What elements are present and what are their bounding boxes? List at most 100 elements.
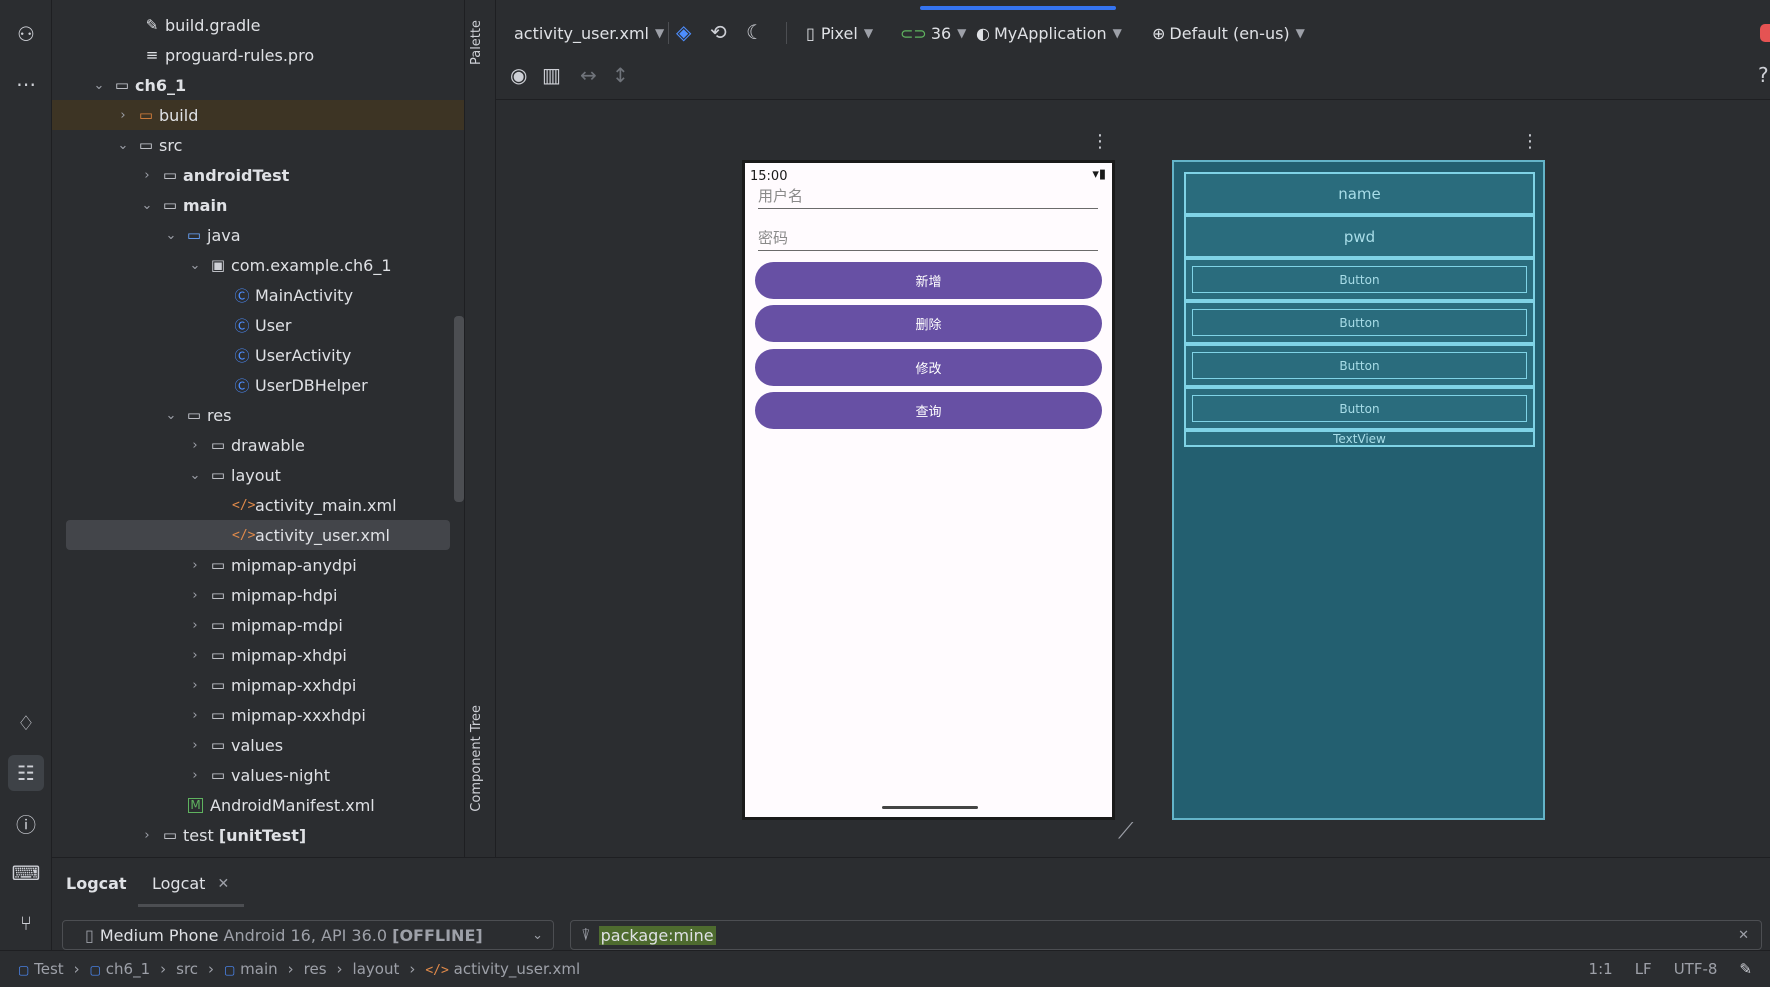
- structure-icon[interactable]: ⚇: [8, 16, 44, 52]
- update-button[interactable]: 修改: [755, 349, 1102, 386]
- tree-item-build-gradle[interactable]: ✎ build.gradle: [52, 10, 464, 40]
- tree-item-androidtest[interactable]: › ▭ androidTest: [52, 160, 464, 190]
- chevron-right-icon[interactable]: ›: [116, 108, 130, 123]
- chevron-right-icon[interactable]: ›: [188, 588, 202, 603]
- tree-item-manifest[interactable]: M AndroidManifest.xml: [52, 790, 464, 820]
- breadcrumb-main[interactable]: ▢ main: [224, 960, 278, 978]
- tree-item-mipmap-hdpi[interactable]: › ▭ mipmap-hdpi: [52, 580, 464, 610]
- breadcrumb-layout[interactable]: layout: [353, 960, 400, 978]
- chevron-right-icon[interactable]: ›: [188, 618, 202, 633]
- breadcrumb-file[interactable]: </> activity_user.xml: [425, 960, 580, 978]
- tree-item-java[interactable]: ⌄ ▭ java: [52, 220, 464, 250]
- tree-item-src[interactable]: ⌄ ▭ src: [52, 130, 464, 160]
- blueprint-pwd-field[interactable]: pwd: [1184, 215, 1535, 258]
- tree-item-useractivity[interactable]: Ⓒ UserActivity: [52, 340, 464, 370]
- cursor-position[interactable]: 1:1: [1589, 960, 1613, 978]
- design-canvas[interactable]: ⋮ ⋮ ⟋: [496, 101, 1770, 857]
- problems-icon[interactable]: ⓘ: [8, 805, 44, 841]
- file-encoding[interactable]: UTF-8: [1674, 960, 1718, 978]
- tree-item-mipmap-xxhdpi[interactable]: › ▭ mipmap-xxhdpi: [52, 670, 464, 700]
- query-button[interactable]: 查询: [755, 392, 1102, 429]
- tree-item-activity-user[interactable]: </> activity_user.xml: [66, 520, 450, 550]
- tree-item-mipmap-xhdpi[interactable]: › ▭ mipmap-xhdpi: [52, 640, 464, 670]
- tree-item-res[interactable]: ⌄ ▭ res: [52, 400, 464, 430]
- resize-handle-icon[interactable]: ⟋: [1118, 819, 1133, 844]
- password-field[interactable]: 密码: [758, 227, 1098, 251]
- delete-button[interactable]: 删除: [755, 305, 1102, 342]
- api-selector[interactable]: ⊂⊃ 36 ▼: [900, 20, 966, 46]
- help-icon[interactable]: ?: [1758, 63, 1769, 87]
- breadcrumb-ch6-1[interactable]: ▢ ch6_1: [90, 960, 150, 978]
- blueprint-preview[interactable]: name pwd Button Button Button Button Tex…: [1172, 160, 1545, 820]
- chevron-down-icon[interactable]: ⌄: [164, 408, 178, 423]
- tree-item-activity-main[interactable]: </> activity_main.xml: [52, 490, 464, 520]
- tree-scrollbar[interactable]: [454, 316, 464, 502]
- blueprint-options-icon[interactable]: ⋮: [1521, 131, 1539, 152]
- orientation-icon[interactable]: ⟲: [710, 20, 727, 44]
- phone-options-icon[interactable]: ⋮: [1091, 131, 1109, 152]
- tree-item-values-night[interactable]: › ▭ values-night: [52, 760, 464, 790]
- breadcrumb-res[interactable]: res: [304, 960, 327, 978]
- chevron-down-icon[interactable]: ⌄: [92, 78, 106, 93]
- chevron-right-icon[interactable]: ›: [188, 678, 202, 693]
- locale-selector[interactable]: ⊕ Default (en-us) ▼: [1152, 20, 1305, 46]
- logcat-icon[interactable]: ☷: [8, 755, 44, 791]
- night-mode-icon[interactable]: ☾: [746, 20, 764, 44]
- tree-item-package[interactable]: ⌄ ▣ com.example.ch6_1: [52, 250, 464, 280]
- line-ending[interactable]: LF: [1635, 960, 1652, 978]
- git-branch-icon[interactable]: ⑂: [8, 905, 44, 941]
- eye-icon[interactable]: ◉: [510, 63, 527, 87]
- chevron-right-icon[interactable]: ›: [188, 648, 202, 663]
- tree-item-build[interactable]: › ▭ build: [52, 100, 464, 130]
- phone-preview[interactable]: 15:00 ▾▮ 用户名 密码 新增 删除 修改 查询: [742, 160, 1115, 820]
- blueprint-button-3[interactable]: Button: [1184, 344, 1535, 387]
- chevron-down-icon[interactable]: ⌄: [188, 468, 202, 483]
- palette-tab[interactable]: Palette: [469, 20, 484, 65]
- chevron-right-icon[interactable]: ›: [188, 708, 202, 723]
- chevron-right-icon[interactable]: ›: [140, 168, 154, 183]
- tree-item-mipmap-mdpi[interactable]: › ▭ mipmap-mdpi: [52, 610, 464, 640]
- tree-item-mipmap-anydpi[interactable]: › ▭ mipmap-anydpi: [52, 550, 464, 580]
- tree-item-mipmap-xxxhdpi[interactable]: › ▭ mipmap-xxxhdpi: [52, 700, 464, 730]
- file-selector[interactable]: activity_user.xml ▼: [514, 20, 664, 46]
- logcat-filter-input[interactable]: ⍒ package:mine ✕: [570, 920, 1762, 950]
- chevron-down-icon[interactable]: ⌄: [188, 258, 202, 273]
- add-button[interactable]: 新增: [755, 262, 1102, 299]
- layers-icon[interactable]: ◈: [676, 20, 691, 44]
- tree-item-values[interactable]: › ▭ values: [52, 730, 464, 760]
- horizontal-resize-icon[interactable]: ↔: [580, 63, 597, 87]
- tree-item-user[interactable]: Ⓒ User: [52, 310, 464, 340]
- vertical-resize-icon[interactable]: ↕: [612, 63, 629, 87]
- more-icon[interactable]: ⋯: [8, 66, 44, 102]
- pen-icon[interactable]: ✎: [1739, 960, 1752, 978]
- blueprint-textview[interactable]: TextView: [1184, 430, 1535, 447]
- tree-item-main[interactable]: ⌄ ▭ main: [52, 190, 464, 220]
- tree-item-drawable[interactable]: › ▭ drawable: [52, 430, 464, 460]
- blueprint-button-2[interactable]: Button: [1184, 301, 1535, 344]
- theme-selector[interactable]: ◐ MyApplication ▼: [976, 20, 1122, 46]
- tree-item-userdbhelper[interactable]: Ⓒ UserDBHelper: [52, 370, 464, 400]
- breadcrumb-src[interactable]: src: [176, 960, 198, 978]
- tab-logcat[interactable]: Logcat ✕: [152, 874, 229, 893]
- blueprint-button-4[interactable]: Button: [1184, 387, 1535, 430]
- chevron-right-icon[interactable]: ›: [188, 768, 202, 783]
- chevron-down-icon[interactable]: ⌄: [116, 138, 130, 153]
- chevron-right-icon[interactable]: ›: [188, 558, 202, 573]
- tree-item-layout[interactable]: ⌄ ▭ layout: [52, 460, 464, 490]
- tree-item-ch6-1[interactable]: ⌄ ▭ ch6_1: [52, 70, 464, 100]
- blueprint-button-1[interactable]: Button: [1184, 258, 1535, 301]
- tree-item-proguard[interactable]: ≡ proguard-rules.pro: [52, 40, 464, 70]
- blueprint-name-field[interactable]: name: [1184, 172, 1535, 215]
- component-tree-tab[interactable]: Component Tree: [469, 705, 484, 812]
- tree-item-test[interactable]: › ▭ test [unitTest]: [52, 820, 464, 850]
- username-field[interactable]: 用户名: [758, 185, 1098, 209]
- device-dropdown[interactable]: ▯ Medium Phone Android 16, API 36.0 [OFF…: [62, 920, 554, 950]
- terminal-icon[interactable]: ⌨: [8, 855, 44, 891]
- clear-filter-icon[interactable]: ✕: [1738, 928, 1749, 943]
- close-icon[interactable]: ✕: [217, 876, 229, 892]
- tree-item-mainactivity[interactable]: Ⓒ MainActivity: [52, 280, 464, 310]
- chevron-right-icon[interactable]: ›: [188, 738, 202, 753]
- error-badge[interactable]: [1760, 24, 1770, 42]
- breadcrumb-test[interactable]: ▢ Test: [18, 960, 64, 978]
- chevron-right-icon[interactable]: ›: [188, 438, 202, 453]
